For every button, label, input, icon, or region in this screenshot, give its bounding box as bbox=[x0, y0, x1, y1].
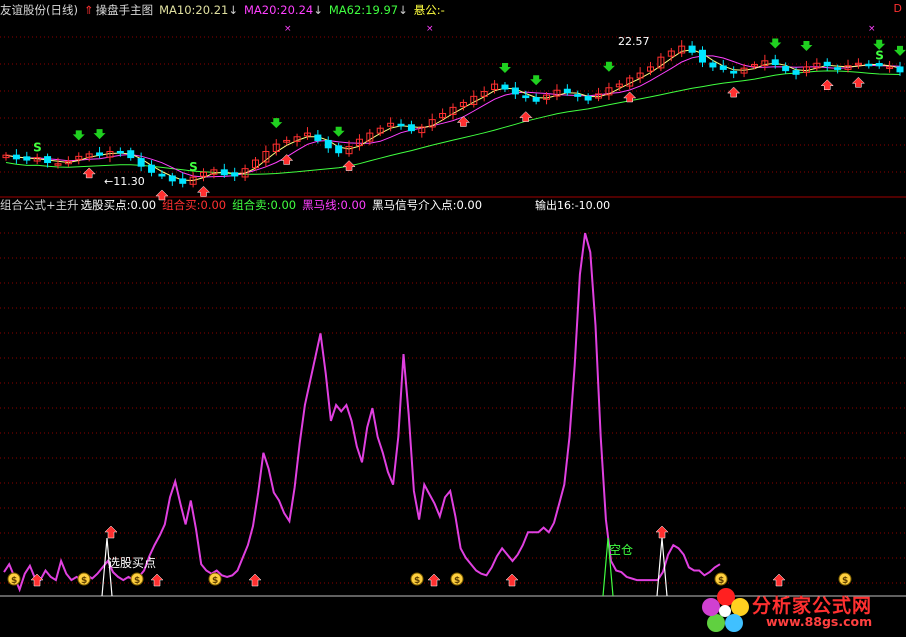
candle-down bbox=[688, 45, 696, 53]
candle-down bbox=[896, 66, 904, 73]
candle-down bbox=[511, 87, 519, 95]
candle-down bbox=[407, 124, 415, 132]
kongcang-label: 空仓 bbox=[609, 543, 634, 557]
low-price-annotation: ←11.30 bbox=[104, 175, 145, 188]
watermark-logo: 分析家公式网 www.88gs.com bbox=[700, 587, 900, 633]
watermark-site-url: www.88gs.com bbox=[766, 614, 873, 629]
candle-down bbox=[158, 173, 166, 177]
candle-down bbox=[522, 95, 530, 99]
s-signal-icon: S bbox=[189, 160, 198, 174]
marker-x-icon: × bbox=[284, 24, 292, 34]
zuhe-sell-value: 组合卖:0.00 bbox=[232, 198, 297, 212]
hangong-label: 悬公:- bbox=[413, 3, 445, 17]
ma62-label: MA62:19.97 bbox=[328, 3, 399, 17]
candle-down bbox=[584, 95, 592, 101]
candle-down bbox=[44, 156, 52, 163]
candle-down bbox=[324, 139, 332, 149]
stock-title: 友谊股份(日线) bbox=[0, 3, 78, 17]
s-signal-icon: S bbox=[33, 141, 42, 155]
money-bag-icon: $ bbox=[414, 576, 420, 586]
marker-x-icon: × bbox=[868, 24, 876, 34]
xuangu-buy-label: 选股买点 bbox=[108, 556, 157, 570]
heima-line-value: 黑马线:0.00 bbox=[302, 198, 367, 212]
candle-down bbox=[314, 134, 322, 141]
candle-down bbox=[96, 152, 104, 156]
money-bag-icon: $ bbox=[842, 576, 848, 586]
candle-down bbox=[137, 158, 145, 167]
candle-down bbox=[231, 172, 239, 177]
candle-down bbox=[823, 61, 831, 67]
candle-down bbox=[719, 65, 727, 70]
corner-indicator[interactable]: D bbox=[894, 2, 902, 15]
candle-down bbox=[875, 63, 883, 67]
candle-down bbox=[397, 123, 405, 127]
ma10-label: MA10:20.21 bbox=[159, 3, 229, 17]
marker-x-icon: × bbox=[426, 24, 434, 34]
money-bag-icon: $ bbox=[454, 576, 460, 586]
money-bag-icon: $ bbox=[212, 576, 218, 586]
ma20-label: MA20:20.24 bbox=[244, 3, 314, 17]
down-arrow-icon: ↓ bbox=[313, 3, 323, 17]
heima-signal-value: 黑马信号介入点:0.00 bbox=[372, 198, 483, 212]
candle-down bbox=[179, 178, 187, 184]
output16-value: 输出16:-10.00 bbox=[535, 199, 611, 212]
candle-down bbox=[12, 154, 20, 160]
money-bag-icon: $ bbox=[718, 576, 724, 586]
candle-down bbox=[563, 88, 571, 94]
candle-down bbox=[782, 65, 790, 72]
candle-down bbox=[335, 145, 343, 154]
up-arrow-icon: ⇑ bbox=[83, 3, 94, 17]
candle-down bbox=[865, 63, 873, 67]
candle-down bbox=[127, 150, 135, 159]
chart-background bbox=[0, 0, 906, 637]
zuhe-buy-value: 组合买:0.00 bbox=[162, 198, 227, 212]
candle-down bbox=[792, 70, 800, 75]
money-bag-icon: $ bbox=[81, 576, 87, 586]
high-price-annotation: 22.57 bbox=[618, 35, 650, 48]
candle-down bbox=[698, 49, 706, 63]
candle-down bbox=[730, 70, 738, 74]
down-arrow-icon: ↓ bbox=[228, 3, 238, 17]
main-chart-name: 操盘手主图 bbox=[95, 3, 154, 17]
main-chart-header: 友谊股份(日线) ⇑ 操盘手主图 MA10:20.21↓ MA20:20.24↓ MA62… bbox=[0, 2, 451, 18]
flower-logo-icon bbox=[702, 588, 749, 632]
indicator-name: 组合公式+主升 bbox=[0, 198, 79, 212]
s-signal-icon: S bbox=[875, 49, 884, 63]
candle-down bbox=[220, 169, 228, 176]
candle-down bbox=[168, 175, 176, 182]
candle-down bbox=[771, 59, 779, 66]
candle-down bbox=[116, 150, 124, 154]
candle-down bbox=[23, 156, 31, 161]
candle-down bbox=[834, 67, 842, 70]
stock-chart-canvas[interactable]: × × × S S S $ $ $ $ $ $ $ $ bbox=[0, 0, 906, 637]
candle-down bbox=[532, 97, 540, 102]
candle-down bbox=[501, 84, 509, 90]
money-bag-icon: $ bbox=[134, 576, 140, 586]
down-arrow-icon: ↓ bbox=[398, 3, 408, 17]
xuangu-value: 选股买点:0.00 bbox=[80, 198, 157, 212]
money-bag-icon: $ bbox=[11, 576, 17, 586]
candle-down bbox=[709, 62, 717, 68]
indicator-header: 组合公式+主升 选股买点:0.00 组合买:0.00 组合卖:0.00 黑马线:0.00… bbox=[0, 197, 488, 213]
candle-down bbox=[574, 94, 582, 97]
candle-down bbox=[148, 164, 156, 173]
